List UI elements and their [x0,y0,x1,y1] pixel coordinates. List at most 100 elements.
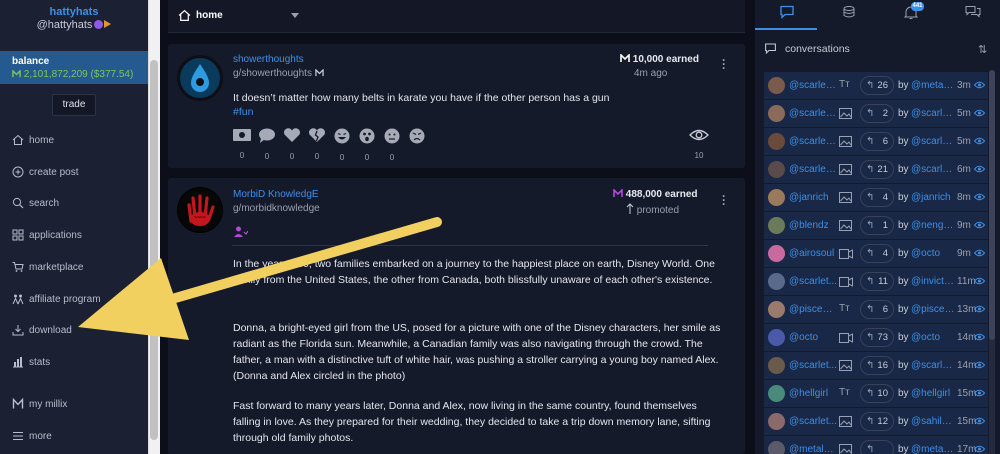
last-reply-user[interactable]: @hellgirl [911,388,955,399]
conversation-row[interactable]: @octo73by@octo14m [764,324,988,351]
reaction-broken-heart[interactable]: 0 [308,128,326,161]
conversation-row[interactable]: @blendz 1 by@nengste9m [764,212,988,239]
reaction-neutral[interactable]: 0 [383,128,401,162]
conversation-row[interactable]: @scarletd...Tт 26 by@metalpa...3m [764,72,988,99]
last-reply-user[interactable]: @metalpa... [911,444,955,454]
conversation-user[interactable]: @scarlet... [789,276,837,287]
conversation-row[interactable]: @janrich4by@janrich8m [764,184,988,211]
last-reply-user[interactable]: @metalpa... [911,80,955,91]
conversation-row[interactable]: @scarletdol2by@scarletdol5m [764,100,988,127]
profile-handle-text[interactable]: @hattyhats [37,19,93,31]
trade-button[interactable]: trade [52,94,96,116]
conversation-row[interactable]: @airosoul 4 by@octo9m [764,240,988,267]
conversation-row[interactable]: @piscesd...Tт6by@piscesd...13m [764,296,988,323]
avatar[interactable] [768,189,785,206]
last-reply-user[interactable]: @invictus... [911,276,955,287]
conversation-user[interactable]: @scarletd... [789,164,837,175]
conversation-row[interactable]: @scarlet... 11 by@invictus...11m [764,268,988,295]
conversation-user[interactable]: @blendz [789,220,837,231]
post-card[interactable]: ~~~~ MorbiD KnowledgE g/morbidknowledge … [168,178,745,454]
conversation-user[interactable]: @metalpa... [789,444,837,454]
avatar[interactable] [768,357,785,374]
conversation-user[interactable]: @scarletdol [789,136,837,147]
avatar[interactable] [768,217,785,234]
avatar[interactable] [768,133,785,150]
post-hashtag[interactable]: #fun [233,106,253,118]
reaction-money[interactable]: 0 [233,128,251,160]
post-card[interactable]: showerthoughts g/showerthoughts 10,000 e… [168,44,745,168]
conversation-scrollbar-thumb[interactable] [989,70,995,340]
conversation-row[interactable]: @scarletd...21by@scarletd...6m [764,156,988,183]
avatar[interactable] [768,413,785,430]
last-reply-user[interactable]: @octo [911,332,955,343]
feed-header[interactable]: home [168,0,745,33]
reaction-comment[interactable]: 0 [258,128,276,161]
nav-download[interactable]: download [12,322,72,338]
post-author[interactable]: showerthoughts [233,54,304,65]
feed-selector-label[interactable]: home [196,10,223,21]
profile-name[interactable]: hattyhats [0,6,148,18]
last-reply-user[interactable]: @scarletd... [911,164,955,175]
conversation-row[interactable]: @metalpa...by@metalpa...17m [764,436,988,454]
conversation-row[interactable]: @scarlet...16by@scarlet...14m [764,352,988,379]
profile-handle[interactable]: @hattyhats [0,19,148,31]
last-reply-user[interactable]: @piscesd... [911,304,955,315]
nav-stats[interactable]: stats [12,354,50,370]
tab-conversations[interactable] [778,5,796,23]
last-reply-user[interactable]: @scarletdol [911,136,955,147]
conversation-user[interactable]: @octo [789,332,837,343]
post-group[interactable]: g/showerthoughts [233,68,324,79]
conversation-user[interactable]: @hellgirl [789,388,837,399]
avatar[interactable] [768,301,785,318]
nav-applications[interactable]: applications [12,227,82,243]
tab-messages[interactable] [964,5,982,23]
conversation-row[interactable]: @hellgirlTт10by@hellgirl15m [764,380,988,407]
conversation-user[interactable]: @janrich [789,192,837,203]
last-reply-user[interactable]: @scarlet... [911,360,955,371]
sidebar-scrollbar-thumb[interactable] [150,60,158,440]
reaction-surprised[interactable]: 0 [358,128,376,162]
nav-affiliate-program[interactable]: affiliate program [12,291,101,307]
last-reply-user[interactable]: @nengste [911,220,955,231]
group-avatar[interactable] [177,55,223,101]
conversation-row[interactable]: @scarlet...12by@sahilnaj...15m [764,408,988,435]
balance-panel[interactable]: balance 2,101,872,209 ($377.54) [0,51,148,84]
nav-create-post[interactable]: create post [12,164,78,180]
group-avatar[interactable]: ~~~~ [177,187,223,233]
avatar[interactable] [768,77,785,94]
avatar[interactable] [768,273,785,290]
nav-home[interactable]: home [12,132,54,148]
nav-search[interactable]: search [12,195,59,211]
nav-marketplace[interactable]: marketplace [12,259,83,275]
conversation-user[interactable]: @scarlet... [789,360,837,371]
conversation-user[interactable]: @airosoul [789,248,837,259]
reaction-laugh[interactable]: 0 [333,128,351,162]
avatar[interactable] [768,161,785,178]
reaction-angry[interactable] [408,128,426,153]
avatar[interactable] [768,329,785,346]
last-reply-user[interactable]: @octo [911,248,955,259]
avatar[interactable] [768,441,785,454]
last-reply-user[interactable]: @scarletdol [911,108,955,119]
conversation-user[interactable]: @scarletd... [789,80,837,91]
conversation-user[interactable]: @piscesd... [789,304,837,315]
avatar[interactable] [768,105,785,122]
post-menu-icon[interactable]: · · · [721,54,727,74]
post-author[interactable]: MorbiD KnowledgE [233,189,319,200]
conversation-user[interactable]: @scarletdol [789,108,837,119]
reaction-heart[interactable]: 0 [283,128,301,161]
nav-my-millix[interactable]: my millix [12,396,67,412]
nav-more[interactable]: more [12,428,52,444]
last-reply-user[interactable]: @sahilnaj... [911,416,955,427]
post-menu-icon[interactable]: · · · [721,190,727,210]
chevron-down-icon[interactable] [291,13,299,18]
conversation-user[interactable]: @scarlet... [789,416,837,427]
post-group[interactable]: g/morbidknowledge [233,203,320,214]
tab-wallet[interactable] [840,5,858,23]
last-reply-user[interactable]: @janrich [911,192,955,203]
conversation-row[interactable]: @scarletdol6by@scarletdol5m [764,128,988,155]
sort-icon[interactable]: ⇅ [978,43,987,56]
avatar[interactable] [768,385,785,402]
post-group-name[interactable]: g/showerthoughts [233,68,312,79]
avatar[interactable] [768,245,785,262]
